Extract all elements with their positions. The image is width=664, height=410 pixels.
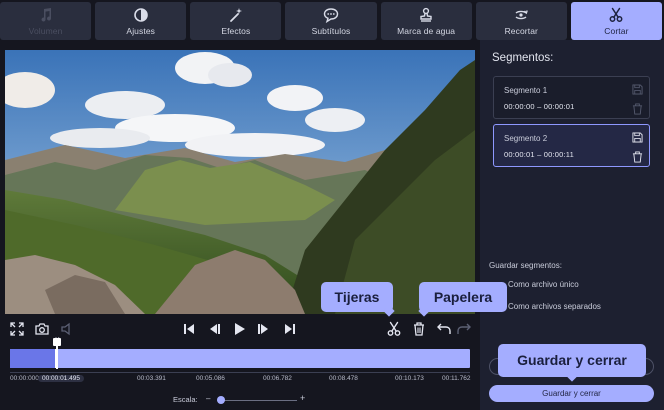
time-tick: 00:06.782 xyxy=(263,375,292,382)
volume-icon[interactable] xyxy=(59,321,75,337)
callout-text: Guardar y cerrar xyxy=(517,352,627,368)
tool-label: Recortar xyxy=(504,25,538,36)
playback-controls xyxy=(0,318,480,340)
option-separate-files[interactable]: Como archivos separados xyxy=(508,302,601,311)
time-tick: 00:08.478 xyxy=(329,375,358,382)
previous-frame-icon[interactable] xyxy=(206,321,222,337)
trash-icon[interactable] xyxy=(632,151,643,163)
redo-icon[interactable] xyxy=(456,321,472,337)
fullscreen-icon[interactable] xyxy=(9,321,25,337)
scissors-icon xyxy=(609,7,623,22)
tool-watermark[interactable]: Marca de agua xyxy=(380,2,472,40)
play-icon[interactable] xyxy=(231,321,247,337)
save-and-close-button[interactable]: Guardar y cerrar xyxy=(489,385,654,402)
segment-range: 00:00:00 – 00:00:01 xyxy=(504,102,575,111)
tool-label: Cortar xyxy=(604,25,629,36)
callout-save-close: Guardar y cerrar xyxy=(498,344,646,382)
landscape-frame xyxy=(5,50,475,314)
stamp-icon xyxy=(420,7,432,22)
tool-label: Marca de agua xyxy=(397,25,456,36)
save-segments-label: Guardar segmentos: xyxy=(489,261,562,270)
timeline-track[interactable] xyxy=(10,349,470,368)
callout-text: Tijeras xyxy=(334,289,380,305)
time-ruler xyxy=(10,369,470,373)
toolbar: Volumen Ajustes Efectos Subtítulos Marca… xyxy=(0,0,664,40)
playhead[interactable] xyxy=(56,342,58,369)
zoom-slider[interactable] xyxy=(217,400,297,401)
tool-label: Ajustes xyxy=(126,25,155,36)
tool-label: Volumen xyxy=(28,25,63,36)
current-time-label: 00:00:01.495 xyxy=(38,375,84,382)
time-tick: 00:00:000 xyxy=(10,375,39,382)
trash-icon[interactable] xyxy=(632,103,643,115)
tool-cut[interactable]: Cortar xyxy=(570,2,662,40)
save-icon[interactable] xyxy=(632,132,643,143)
music-note-icon xyxy=(41,7,51,22)
skip-end-icon[interactable] xyxy=(282,321,298,337)
speech-bubble-icon xyxy=(323,7,339,23)
crop-rotate-icon xyxy=(515,9,529,19)
segment-item-1[interactable]: Segmento 1 00:00:00 – 00:00:01 xyxy=(493,76,650,119)
scale-label: Escala: xyxy=(173,395,198,404)
tool-crop[interactable]: Recortar xyxy=(475,2,567,40)
zoom-in-button[interactable]: + xyxy=(300,393,305,403)
trash-icon[interactable] xyxy=(411,321,427,337)
segment-range: 00:00:01 – 00:00:11 xyxy=(504,150,574,159)
zoom-out-button[interactable]: – xyxy=(206,394,210,403)
tool-subtitles[interactable]: Subtítulos xyxy=(285,2,377,40)
time-tick: 00:10.173 xyxy=(395,375,424,382)
timeline-segment-1[interactable] xyxy=(10,349,55,368)
video-preview xyxy=(5,50,475,314)
time-tick: 00:11.762 xyxy=(442,375,471,382)
camera-icon[interactable] xyxy=(34,321,50,337)
tool-label: Subtítulos xyxy=(311,25,351,36)
time-tick: 00:03.391 xyxy=(137,375,166,382)
callout-text: Papelera xyxy=(433,289,493,305)
next-frame-icon[interactable] xyxy=(256,321,272,337)
zoom-slider-handle[interactable] xyxy=(217,396,225,404)
callout-arrow xyxy=(418,305,430,317)
scissors-cut-icon[interactable] xyxy=(386,321,402,337)
segments-title: Segmentos: xyxy=(492,52,554,64)
tool-effects[interactable]: Efectos xyxy=(190,2,282,40)
magic-wand-icon xyxy=(229,7,242,22)
skip-start-icon[interactable] xyxy=(181,321,197,337)
segment-item-2[interactable]: Segmento 2 00:00:01 – 00:00:11 xyxy=(493,124,650,167)
callout-arrow xyxy=(383,305,395,317)
segment-name: Segmento 1 xyxy=(504,86,548,95)
option-single-file[interactable]: Como archivo único xyxy=(508,280,579,289)
time-tick: 00:05.086 xyxy=(196,375,225,382)
tool-adjustments[interactable]: Ajustes xyxy=(95,2,187,40)
tool-label: Efectos xyxy=(221,25,251,36)
callout-scissors: Tijeras xyxy=(321,282,395,317)
callout-trash: Papelera xyxy=(418,282,507,317)
save-icon[interactable] xyxy=(632,84,643,95)
tool-volume[interactable]: Volumen xyxy=(0,2,92,40)
undo-icon[interactable] xyxy=(436,321,452,337)
segment-name: Segmento 2 xyxy=(504,134,548,143)
contrast-icon xyxy=(133,7,148,22)
